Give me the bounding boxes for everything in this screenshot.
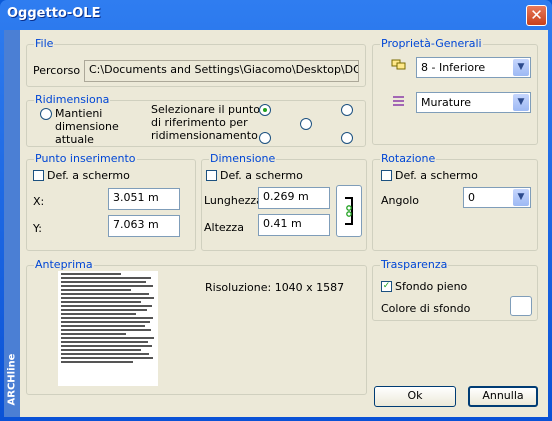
anchor-bottom-right-radio[interactable] <box>341 132 353 144</box>
sidebar-label: ARCHline <box>6 353 18 406</box>
anchor-center-radio[interactable] <box>300 118 312 130</box>
keep-size-radio[interactable] <box>40 108 52 120</box>
layer-select[interactable]: 8 - Inferiore ▼ <box>416 57 531 78</box>
length-input[interactable]: 0.269 m <box>258 187 330 209</box>
select-point-label: Selezionare il punto di riferimento per … <box>151 103 260 142</box>
y-label: Y: <box>33 222 42 235</box>
angle-value: 0 <box>468 191 475 204</box>
anchor-top-right-radio[interactable] <box>341 104 353 116</box>
transparency-caption: Trasparenza <box>380 258 449 271</box>
ole-dialog: Oggetto-OLE ✕ ARCHline File Percorso C:\… <box>0 0 552 421</box>
chain-link-icon <box>345 197 353 225</box>
close-icon: ✕ <box>530 6 543 24</box>
brand-sidebar: ARCHline <box>4 30 20 417</box>
material-value: Murature <box>421 96 472 109</box>
rotation-caption: Rotazione <box>380 152 437 165</box>
length-label: Lunghezza <box>204 194 263 207</box>
chevron-down-icon[interactable]: ▼ <box>513 189 529 206</box>
cancel-button[interactable]: Annulla <box>468 386 538 407</box>
material-select[interactable]: Murature ▼ <box>416 92 531 113</box>
file-caption: File <box>34 37 55 50</box>
preview-image <box>58 271 158 386</box>
rotation-def-label: Def. a schermo <box>395 169 478 182</box>
preview-caption: Anteprima <box>34 258 94 271</box>
y-input[interactable]: 7.063 m <box>108 215 180 237</box>
material-icon <box>393 96 404 106</box>
x-label: X: <box>33 195 45 208</box>
close-button[interactable]: ✕ <box>526 5 547 26</box>
dimension-def-label: Def. a schermo <box>220 169 303 182</box>
angle-label: Angolo <box>381 194 419 207</box>
insert-point-caption: Punto inserimento <box>34 152 137 165</box>
x-input[interactable]: 3.051 m <box>108 188 180 210</box>
bg-color-label: Colore di sfondo <box>381 302 471 315</box>
chevron-down-icon[interactable]: ▼ <box>513 59 529 76</box>
chevron-down-icon[interactable]: ▼ <box>513 94 529 111</box>
path-field[interactable]: C:\Documents and Settings\Giacomo\Deskto… <box>84 60 359 82</box>
path-label: Percorso <box>33 64 81 77</box>
bg-color-swatch[interactable] <box>510 296 532 316</box>
angle-select[interactable]: 0 ▼ <box>463 187 531 208</box>
dimension-caption: Dimensione <box>209 152 277 165</box>
resize-caption: Ridimensiona <box>34 93 111 106</box>
height-label: Altezza <box>204 221 244 234</box>
dimension-def-checkbox[interactable] <box>206 170 217 181</box>
insert-def-label: Def. a schermo <box>47 169 130 182</box>
height-input[interactable]: 0.41 m <box>258 214 330 236</box>
solid-bg-label: Sfondo pieno <box>395 280 468 293</box>
rotation-def-checkbox[interactable] <box>381 170 392 181</box>
resolution-label: Risoluzione: 1040 x 1587 <box>205 281 345 294</box>
ok-button[interactable]: Ok <box>374 386 456 407</box>
insert-def-checkbox[interactable] <box>33 170 44 181</box>
layer-icon <box>391 59 406 70</box>
layer-value: 8 - Inferiore <box>421 61 486 74</box>
anchor-top-left-radio[interactable] <box>259 104 271 116</box>
keep-size-label: Mantieni dimensione attuale <box>55 107 119 146</box>
title-bar[interactable]: Oggetto-OLE ✕ <box>0 0 552 30</box>
aspect-lock-button[interactable] <box>336 185 362 237</box>
solid-bg-checkbox[interactable]: ✓ <box>381 281 392 292</box>
window-title: Oggetto-OLE <box>7 6 101 21</box>
properties-caption: Proprietà-Generali <box>380 37 483 50</box>
anchor-bottom-left-radio[interactable] <box>259 132 271 144</box>
